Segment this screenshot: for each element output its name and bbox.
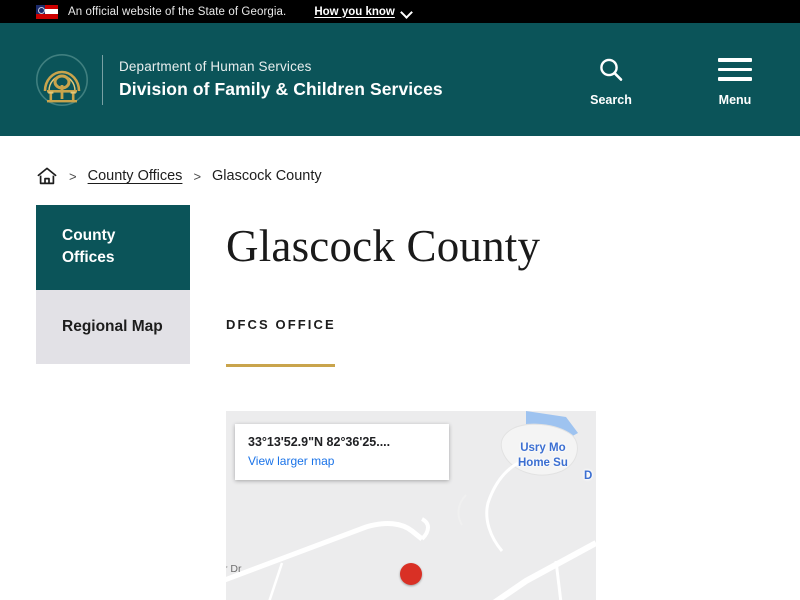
poi-line-1: Usry Mo xyxy=(520,442,566,455)
main-column: Glascock County DFCS OFFICE 33°13'52.9"N… xyxy=(226,205,764,600)
section-divider xyxy=(226,364,335,368)
division-name: Division of Family & Children Services xyxy=(119,78,443,99)
search-button[interactable]: Search xyxy=(582,53,640,107)
poi-line-2: Home Su xyxy=(518,456,568,469)
breadcrumb-item-county-offices[interactable]: County Offices xyxy=(88,168,183,184)
section-label-dfcs-office: DFCS OFFICE xyxy=(226,317,336,333)
page-title: Glascock County xyxy=(226,221,541,271)
breadcrumb-separator: > xyxy=(193,168,202,184)
site-header: Department of Human Services Division of… xyxy=(0,23,800,136)
breadcrumb-separator: > xyxy=(69,168,77,184)
search-icon xyxy=(597,53,625,87)
georgia-state-flag-icon xyxy=(36,4,58,19)
site-logo-link[interactable]: Department of Human Services Division of… xyxy=(36,51,443,109)
content-area: County Offices Regional Map Glascock Cou… xyxy=(0,205,800,600)
hamburger-menu-icon xyxy=(718,53,752,87)
view-larger-map-link[interactable]: View larger map xyxy=(248,454,436,468)
map-coordinates: 33°13'52.9"N 82°36'25.... xyxy=(248,435,391,450)
embedded-map[interactable]: 33°13'52.9"N 82°36'25.... View larger ma… xyxy=(226,411,596,600)
department-name: Department of Human Services xyxy=(119,59,312,75)
how-you-know-label: How you know xyxy=(314,5,395,18)
sidebar-nav: County Offices Regional Map xyxy=(36,205,190,600)
header-actions: Search Menu xyxy=(582,23,764,136)
map-poi-label-usry: Usry Mo Home Su xyxy=(518,441,568,470)
sidebar-item-county-offices[interactable]: County Offices xyxy=(36,205,190,290)
map-street-label: r Dr xyxy=(226,563,242,576)
breadcrumb: > County Offices > Glascock County xyxy=(0,147,800,205)
map-poi-label-d: D xyxy=(584,470,593,483)
official-state-banner: An official website of the State of Geor… xyxy=(0,0,800,23)
menu-button[interactable]: Menu xyxy=(706,53,764,107)
breadcrumb-item-glascock-county: Glascock County xyxy=(212,168,322,184)
how-you-know-toggle[interactable]: How you know xyxy=(314,6,412,18)
home-icon[interactable] xyxy=(36,166,58,186)
official-website-notice: An official website of the State of Geor… xyxy=(68,5,287,18)
map-info-card: 33°13'52.9"N 82°36'25.... View larger ma… xyxy=(235,424,449,481)
georgia-dhs-seal-icon xyxy=(36,53,88,106)
sidebar-item-regional-map[interactable]: Regional Map xyxy=(36,289,190,365)
chevron-down-icon xyxy=(401,8,412,15)
brand-divider xyxy=(102,54,103,105)
search-label: Search xyxy=(590,92,632,107)
menu-label: Menu xyxy=(718,92,752,107)
